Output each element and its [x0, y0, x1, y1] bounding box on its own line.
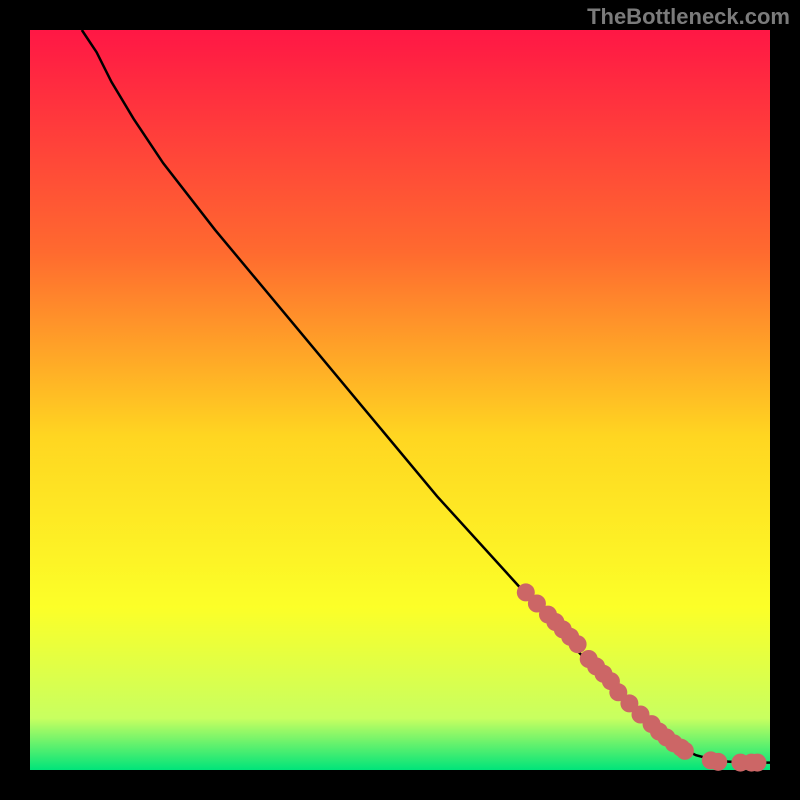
- chart-container: TheBottleneck.com: [0, 0, 800, 800]
- chart-gradient-bg: [30, 30, 770, 770]
- data-point: [676, 742, 694, 760]
- bottleneck-chart: [0, 0, 800, 800]
- attribution-label: TheBottleneck.com: [587, 4, 790, 30]
- data-point: [569, 635, 587, 653]
- data-point: [748, 754, 766, 772]
- data-point: [709, 753, 727, 771]
